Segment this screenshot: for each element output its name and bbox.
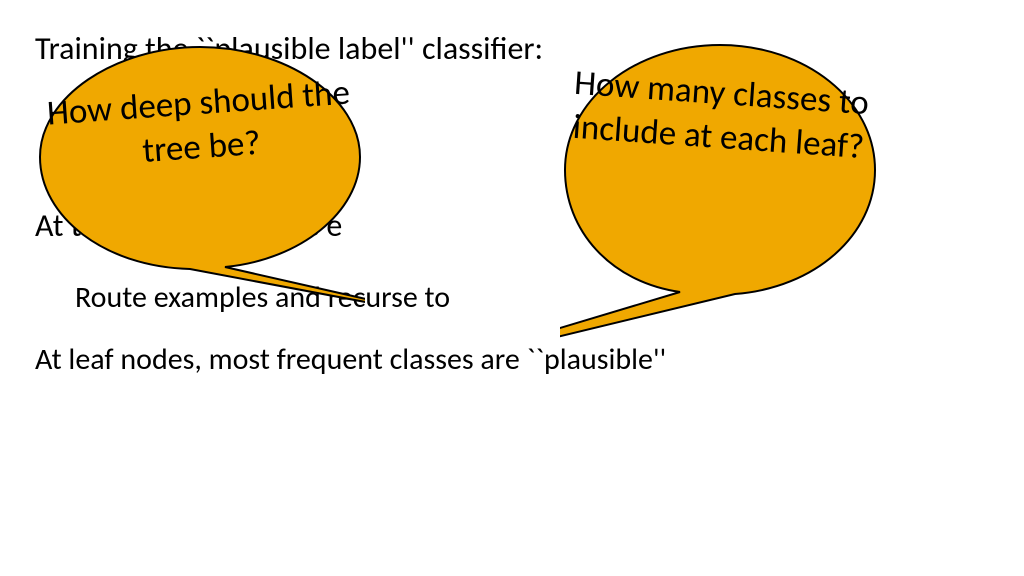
speech-bubble-1: How deep should the tree be?	[35, 42, 365, 322]
speech-bubble-2: How many classes to include at each leaf…	[560, 40, 880, 370]
